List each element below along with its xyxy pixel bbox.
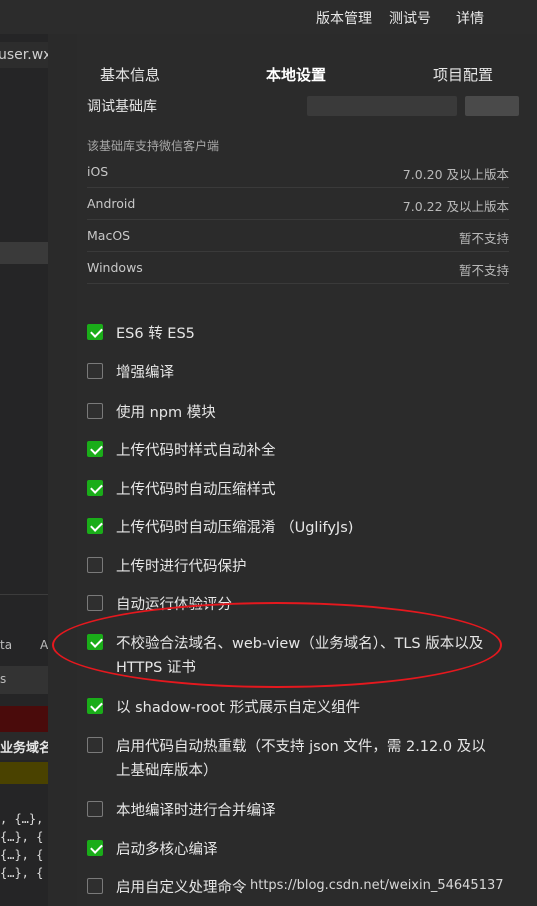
- test-account-button[interactable]: 测试号: [389, 8, 431, 28]
- checkbox[interactable]: [87, 363, 103, 379]
- checkbox[interactable]: [87, 595, 103, 611]
- support-heading: 该基础库支持微信客户端: [87, 139, 220, 153]
- platform-support: 暂不支持: [458, 263, 509, 278]
- details-button[interactable]: 详情: [456, 8, 484, 28]
- editor-frag-s: s: [0, 672, 7, 686]
- editor-frag-a: ta: [0, 638, 13, 652]
- checkbox[interactable]: [87, 737, 103, 753]
- code-line: {…}, {: [0, 830, 44, 844]
- platform-support: 7.0.20 及以上版本: [402, 167, 509, 182]
- base-library-row: 调试基础库: [87, 90, 527, 116]
- checkbox[interactable]: [87, 324, 103, 340]
- editor-pane: user.wx ta A s 业务域名 , {…}, {…}, { {…}, {…: [0, 34, 48, 906]
- platform-row-windows: Windows 暂不支持: [87, 252, 509, 284]
- settings-panel: 基本信息 本地设置 项目配置 调试基础库 该基础库支持微信客户端 iOS 7.0…: [77, 34, 537, 906]
- code-line: , {…},: [0, 812, 44, 826]
- tab-project-config[interactable]: 项目配置: [433, 64, 493, 85]
- platform-name: Windows: [87, 260, 143, 275]
- tab-basic-info[interactable]: 基本信息: [100, 64, 160, 85]
- base-library-button[interactable]: [465, 96, 519, 116]
- platform-name: Android: [87, 196, 136, 211]
- checkbox[interactable]: [87, 557, 103, 573]
- checkbox[interactable]: [87, 480, 103, 496]
- platform-name: iOS: [87, 164, 109, 179]
- editor-selected-row: [0, 242, 48, 264]
- tab-local-settings[interactable]: 本地设置: [266, 64, 326, 85]
- editor-row: 业务域名: [0, 732, 48, 760]
- watermark-text: https://blog.csdn.net/weixin_54645137: [250, 878, 504, 893]
- platform-name: MacOS: [87, 228, 131, 243]
- checkbox[interactable]: [87, 698, 103, 714]
- checkbox[interactable]: [87, 518, 103, 534]
- editor-frag-b: A: [40, 638, 48, 652]
- warning-row: [0, 762, 48, 784]
- checkbox[interactable]: [87, 878, 103, 894]
- checkbox[interactable]: [87, 801, 103, 817]
- platform-row-macos: MacOS 暂不支持: [87, 220, 509, 252]
- top-toolbar: 版本管理 测试号 详情: [0, 0, 537, 34]
- version-management-button[interactable]: 版本管理: [316, 8, 372, 28]
- platform-row-ios: iOS 7.0.20 及以上版本: [87, 156, 509, 188]
- code-line: {…}, {: [0, 848, 44, 862]
- base-library-label: 调试基础库: [87, 99, 157, 115]
- editor-divider: [0, 594, 48, 595]
- editor-filter-row: s: [0, 666, 48, 694]
- checkbox[interactable]: [87, 403, 103, 419]
- platform-row-android: Android 7.0.22 及以上版本: [87, 188, 509, 220]
- editor-file-tab[interactable]: user.wx: [0, 42, 48, 68]
- checkbox[interactable]: [87, 840, 103, 856]
- code-line: {…}, {: [0, 866, 44, 880]
- error-row: [0, 706, 48, 732]
- checkbox[interactable]: [87, 441, 103, 457]
- platform-support: 暂不支持: [458, 231, 509, 246]
- editor-frag-domain: 业务域名: [0, 741, 48, 756]
- platform-support: 7.0.22 及以上版本: [402, 199, 509, 214]
- checkbox[interactable]: [87, 634, 103, 650]
- base-library-select[interactable]: [307, 96, 457, 116]
